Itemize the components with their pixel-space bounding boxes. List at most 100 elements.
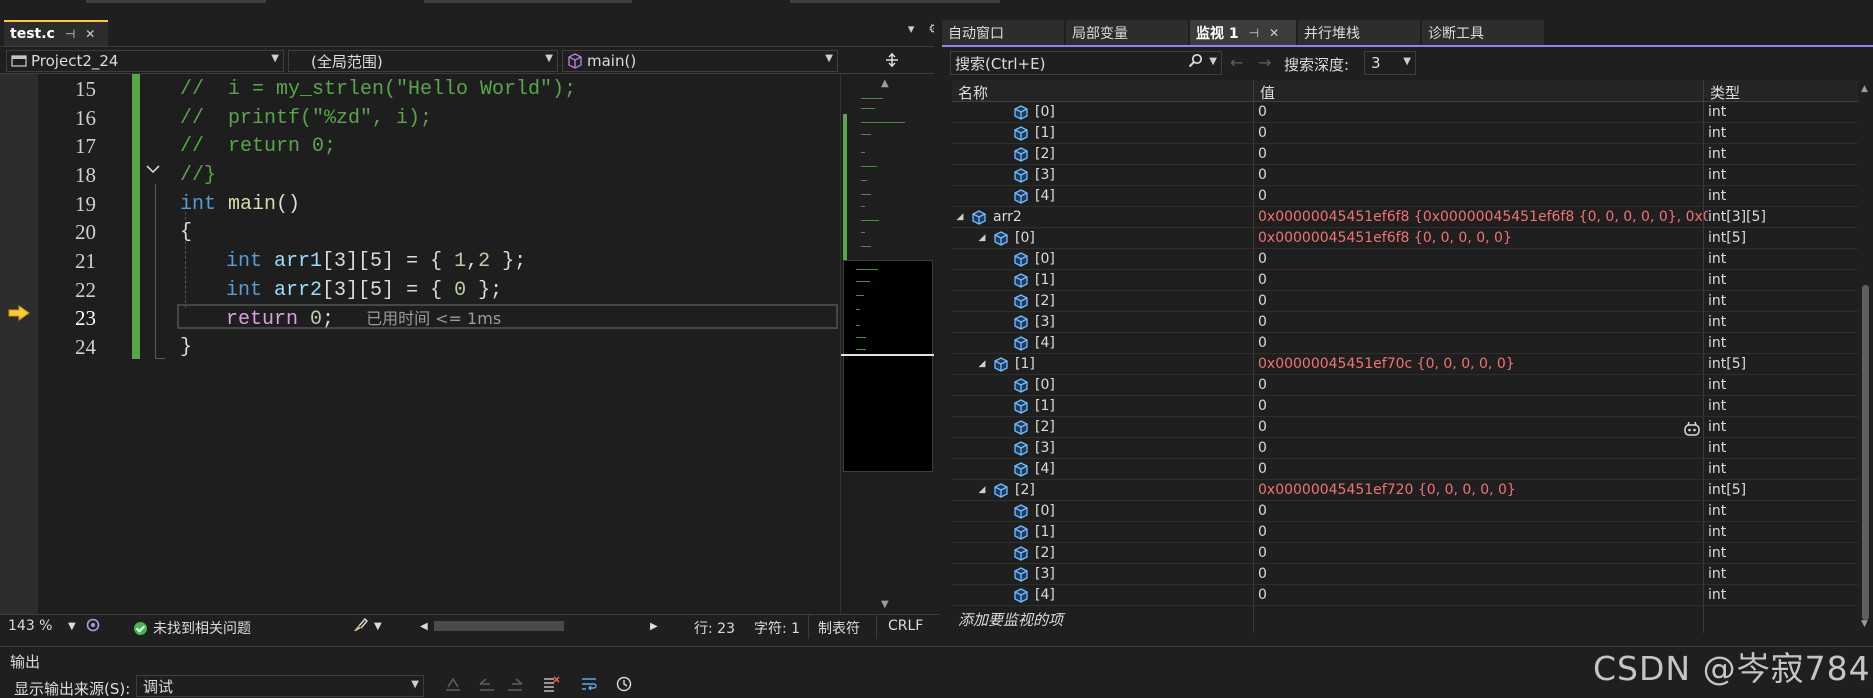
watch-row-value[interactable]: 0x00000045451ef6f8 {0, 0, 0, 0, 0} — [1258, 230, 1708, 246]
watch-row-value[interactable]: 0 — [1258, 104, 1708, 120]
watch-row[interactable]: [0] 0 int — [952, 375, 1858, 396]
watch-row-value[interactable]: 0 — [1258, 314, 1708, 330]
watch-row-value[interactable]: 0x00000045451ef720 {0, 0, 0, 0, 0} — [1258, 482, 1708, 498]
search-forward-icon[interactable]: → — [1258, 53, 1271, 72]
brush-icon[interactable] — [352, 617, 368, 636]
watch-row[interactable]: [4] 0 int — [952, 186, 1858, 207]
watch-row[interactable]: [2] 0 int — [952, 291, 1858, 312]
watch-row-value[interactable]: 0 — [1258, 377, 1708, 393]
pin-icon[interactable]: ⊣ — [1249, 26, 1259, 40]
watch-row[interactable]: [3] 0 int — [952, 564, 1858, 585]
close-icon[interactable]: ✕ — [85, 27, 95, 41]
watch-row-value[interactable]: 0 — [1258, 398, 1708, 414]
function-dropdown[interactable]: main() ▼ — [562, 50, 838, 72]
search-back-icon[interactable]: ← — [1230, 53, 1243, 72]
tab-overflow-icon[interactable]: ▾ — [908, 22, 915, 37]
code-line[interactable]: 19 int main() — [0, 190, 840, 219]
watch-row[interactable]: ◢ arr2 0x00000045451ef6f8 {0x00000045451ef… — [952, 207, 1858, 228]
copilot-status-icon[interactable] — [86, 618, 100, 636]
split-editor-button[interactable] — [844, 47, 940, 73]
expand-triangle-icon[interactable]: ◢ — [976, 485, 988, 495]
word-wrap-icon[interactable] — [580, 676, 598, 696]
watch-row-value[interactable]: 0 — [1258, 461, 1708, 477]
watch-row-value[interactable]: 0 — [1258, 419, 1708, 435]
watch-row[interactable]: [1] 0 int — [952, 270, 1858, 291]
watch-row-value[interactable]: 0 — [1258, 545, 1708, 561]
watch-row[interactable]: ◢ [0] 0x00000045451ef6f8 {0, 0, 0, 0, 0} in… — [952, 228, 1858, 249]
watch-row-value[interactable]: 0 — [1258, 146, 1708, 162]
watch-row-value[interactable]: 0 — [1258, 293, 1708, 309]
watch-row-value[interactable]: 0 — [1258, 188, 1708, 204]
expand-triangle-icon[interactable]: ◢ — [976, 233, 988, 243]
issues-indicator[interactable]: 未找到相关问题 — [134, 618, 251, 638]
watch-row[interactable]: [4] 0 int — [952, 333, 1858, 354]
watch-row[interactable]: [4] 0 int — [952, 459, 1858, 480]
column-separator[interactable] — [1703, 80, 1704, 102]
watch-search-input[interactable]: 搜索(Ctrl+E) ▼ — [950, 51, 1222, 75]
code-line[interactable]: 18 //} — [0, 161, 840, 190]
watch-row[interactable]: [0] 0 int — [952, 249, 1858, 270]
watch-row-value[interactable]: 0 — [1258, 251, 1708, 267]
project-dropdown[interactable]: Project2_24 ▼ — [6, 50, 284, 72]
close-icon[interactable]: ✕ — [1269, 26, 1279, 40]
watch-row-value[interactable]: 0x00000045451ef70c {0, 0, 0, 0, 0} — [1258, 356, 1708, 372]
previous-message-icon[interactable] — [478, 676, 496, 696]
watch-row[interactable]: [0] 0 int — [952, 102, 1858, 123]
pin-icon[interactable]: ⊣ — [65, 27, 75, 41]
copilot-ask-icon[interactable] — [1683, 421, 1701, 441]
find-in-output-icon[interactable] — [444, 676, 462, 696]
watch-row[interactable]: ◢ [2] 0x00000045451ef720 {0, 0, 0, 0, 0} in… — [952, 480, 1858, 501]
watch-row-value[interactable]: 0 — [1258, 125, 1708, 141]
code-line[interactable]: 20 { — [0, 218, 840, 247]
panel-splitter[interactable] — [934, 20, 942, 638]
watch-row[interactable]: [2] 0 int — [952, 417, 1858, 438]
watch-row[interactable]: [3] 0 int — [952, 438, 1858, 459]
tab-parallel-stacks[interactable]: 并行堆栈 — [1298, 20, 1420, 45]
watch-row-value[interactable]: 0 — [1258, 503, 1708, 519]
scrollbar-thumb[interactable] — [1862, 285, 1869, 620]
expand-triangle-icon[interactable]: ◢ — [976, 359, 988, 369]
watch-row[interactable]: [1] 0 int — [952, 522, 1858, 543]
column-header-name[interactable]: 名称 — [958, 82, 988, 103]
watch-row[interactable]: [4] 0 int — [952, 585, 1858, 606]
watch-row-value[interactable]: 0 — [1258, 167, 1708, 183]
next-message-icon[interactable] — [506, 676, 524, 696]
code-line[interactable]: 17 // return 0; — [0, 132, 840, 161]
watch-row-value[interactable]: 0 — [1258, 272, 1708, 288]
watch-row[interactable]: ◢ [1] 0x00000045451ef70c {0, 0, 0, 0, 0} in… — [952, 354, 1858, 375]
watch-row-value[interactable]: 0 — [1258, 587, 1708, 603]
horizontal-scrollbar-thumb[interactable] — [434, 621, 564, 631]
scope-dropdown[interactable]: (全局范围) ▼ — [288, 50, 558, 72]
watch-row[interactable]: [1] 0 int — [952, 396, 1858, 417]
output-source-dropdown[interactable]: 调试 ▼ — [136, 675, 424, 697]
scroll-down-icon[interactable]: ▼ — [881, 599, 889, 610]
code-line[interactable]: 24 } — [0, 333, 840, 362]
tab-autos[interactable]: 自动窗口 — [942, 20, 1064, 45]
search-icon[interactable] — [1188, 53, 1203, 72]
tab-watch-1[interactable]: 监视 1 ⊣ ✕ — [1190, 20, 1296, 45]
watch-row[interactable]: [3] 0 int — [952, 312, 1858, 333]
column-header-type[interactable]: 类型 — [1710, 82, 1740, 103]
minimap-viewport[interactable] — [843, 260, 933, 472]
code-line[interactable]: 22 int arr2[3][5] = { 0 }; — [0, 276, 840, 305]
tab-diagnostic-tools[interactable]: 诊断工具 — [1422, 20, 1544, 45]
char-indicator[interactable]: 字符: 1 — [754, 618, 800, 638]
watch-row-value[interactable]: 0 — [1258, 335, 1708, 351]
search-depth-dropdown[interactable]: 3 ▼ — [1364, 51, 1416, 75]
editor-tab-test-c[interactable]: test.c ⊣ ✕ — [4, 20, 108, 46]
minimap[interactable]: ▲ ▼ — [840, 74, 935, 614]
scroll-right-icon[interactable]: ▶ — [650, 621, 658, 632]
column-header-value[interactable]: 值 — [1260, 82, 1275, 103]
clear-all-icon[interactable] — [542, 676, 560, 696]
chevron-down-icon[interactable]: ▼ — [374, 621, 382, 632]
chevron-down-icon[interactable]: ▼ — [68, 621, 76, 632]
watch-row[interactable]: [3] 0 int — [952, 165, 1858, 186]
clock-icon[interactable] — [616, 676, 632, 696]
watch-grid[interactable]: 名称 值 类型 [0] 0 int [1] 0 int [2] 0 int [3] 0 int [4] 0… — [952, 80, 1858, 633]
watch-row-value[interactable]: 0 — [1258, 524, 1708, 540]
expand-triangle-icon[interactable]: ◢ — [954, 212, 966, 222]
watch-row-value[interactable]: 0x00000045451ef6f8 {0x00000045451ef6f8 {… — [1258, 209, 1708, 225]
code-line-current[interactable]: 23 return 0; 已用时间 <= 1ms — [0, 304, 840, 333]
scroll-up-icon[interactable]: ▲ — [881, 78, 889, 89]
code-editor[interactable]: 15 // i = my_strlen("Hello World"); 16 /… — [0, 74, 840, 614]
